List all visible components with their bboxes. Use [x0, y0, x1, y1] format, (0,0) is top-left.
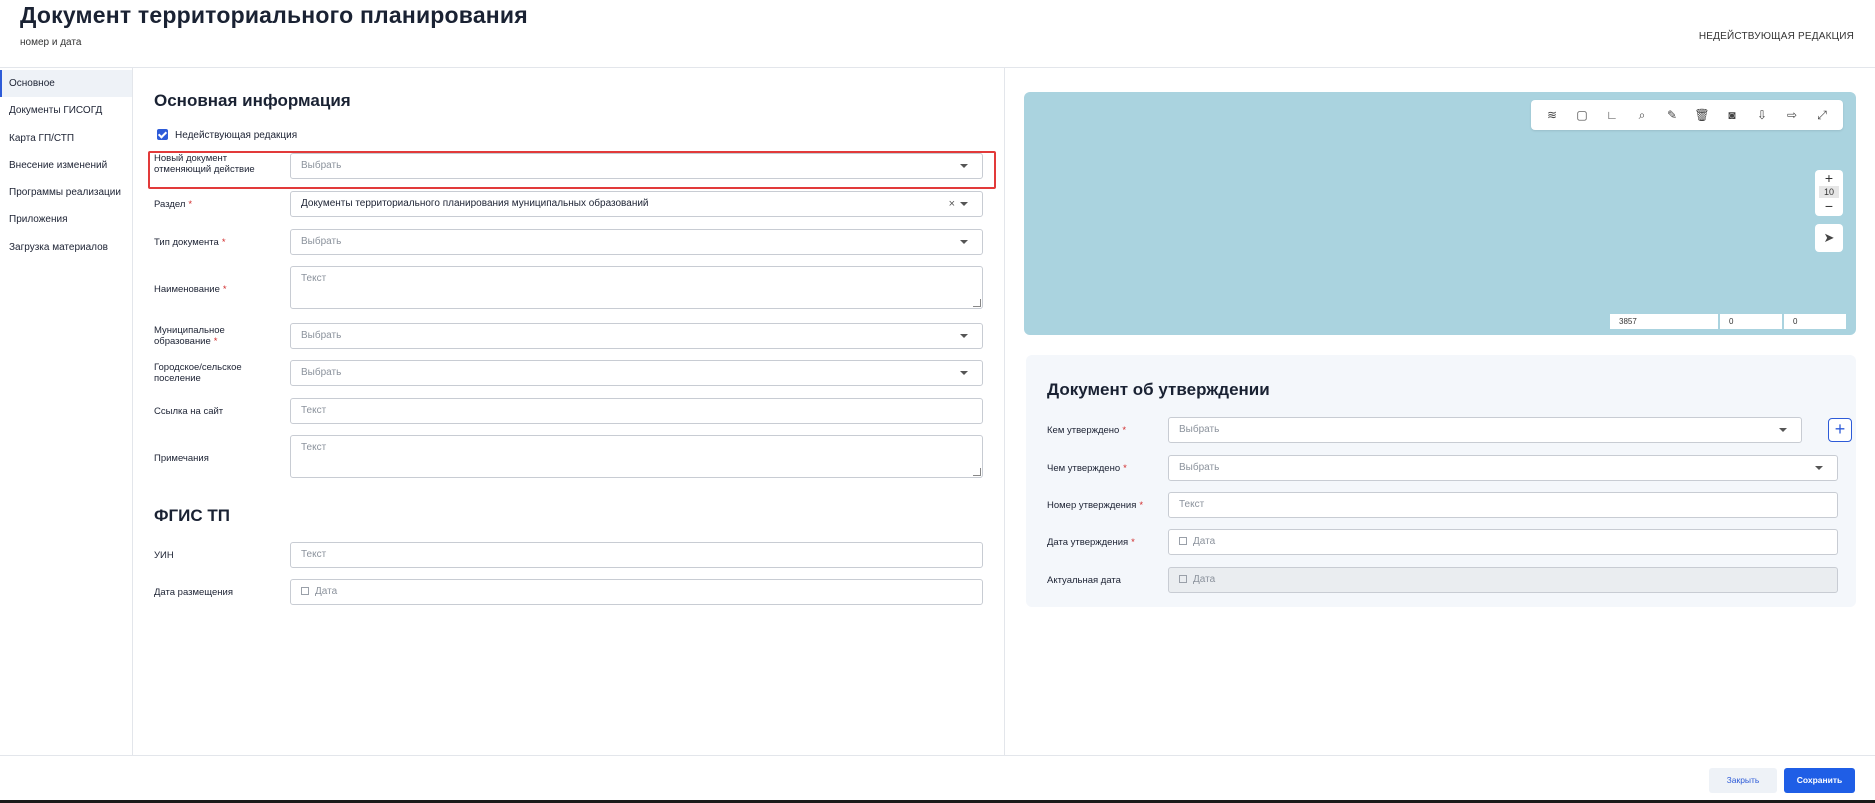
approval-number-placeholder: Текст	[1179, 499, 1205, 510]
chevron-down-icon	[960, 240, 968, 244]
chevron-down-icon	[1779, 428, 1787, 432]
page-title: Документ территориального планирования	[20, 2, 528, 28]
section-title-main-info: Основная информация	[154, 91, 351, 110]
zoom-out-icon[interactable]: −	[1815, 199, 1843, 213]
inactive-edition-checkbox[interactable]	[157, 129, 168, 140]
section-title-fgis: ФГИС ТП	[154, 506, 230, 525]
footer: Закрыть Сохранить	[0, 755, 1875, 803]
uin-label: УИН	[154, 550, 174, 561]
approval-number-label: Номер утверждения	[1047, 500, 1137, 511]
uin-input[interactable]: Текст	[290, 542, 983, 568]
approval-card: Документ об утверждении Кем утверждено * …	[1026, 355, 1856, 607]
layers-icon[interactable]: ≋	[1537, 103, 1567, 127]
highlight-frame	[148, 151, 996, 189]
notes-label: Примечания	[154, 453, 209, 464]
coord-x-field[interactable]: 0	[1720, 314, 1782, 329]
close-button[interactable]: Закрыть	[1709, 768, 1777, 793]
approval-date-input[interactable]: Дата	[1168, 529, 1838, 555]
coord-y-field[interactable]: 0	[1784, 314, 1846, 329]
settlement-label: Городское/сельское поселение	[154, 362, 242, 384]
approval-number-input[interactable]: Текст	[1168, 492, 1838, 518]
notes-placeholder: Текст	[301, 442, 327, 453]
uin-placeholder: Текст	[301, 549, 327, 560]
name-label: Наименование	[154, 284, 220, 295]
settlement-placeholder: Выбрать	[301, 367, 342, 378]
sidebar-item-upload[interactable]: Загрузка материалов	[0, 234, 132, 261]
zoom-control: + 10 −	[1815, 170, 1843, 216]
page-subtitle: номер и дата	[20, 37, 82, 48]
section-title-approval: Документ об утверждении	[1047, 380, 1270, 399]
section-select[interactable]: Документы территориального планирования …	[290, 191, 983, 217]
actual-date-input: Дата	[1168, 567, 1838, 593]
inactive-edition-label: Недействующая редакция	[175, 130, 298, 141]
sidebar-item-attachments[interactable]: Приложения	[0, 206, 132, 233]
chevron-down-icon	[960, 371, 968, 375]
approval-date-label: Дата утверждения	[1047, 537, 1129, 548]
placement-date-label: Дата размещения	[154, 587, 233, 598]
approved-by-placeholder: Выбрать	[1179, 424, 1220, 435]
section-label: Раздел	[154, 199, 186, 210]
resize-handle-icon[interactable]	[973, 468, 981, 476]
calendar-icon	[301, 587, 309, 595]
export-icon[interactable]: ⇨	[1777, 103, 1807, 127]
measure-icon[interactable]: ∟	[1597, 103, 1627, 127]
settlement-select[interactable]: Выбрать	[290, 360, 983, 386]
add-approver-button[interactable]: +	[1828, 418, 1852, 442]
site-link-placeholder: Текст	[301, 405, 327, 416]
calendar-icon	[1179, 575, 1187, 583]
sidebar-item-changes[interactable]: Внесение изменений	[0, 152, 132, 179]
doc-type-select[interactable]: Выбрать	[290, 229, 983, 255]
actual-date-placeholder: Дата	[1193, 574, 1216, 585]
chevron-down-icon	[960, 202, 968, 206]
edit-icon[interactable]: ✎	[1657, 103, 1687, 127]
sidebar-item-map[interactable]: Карта ГП/СТП	[0, 125, 132, 152]
name-textarea[interactable]: Текст	[290, 266, 983, 309]
site-link-input[interactable]: Текст	[290, 398, 983, 424]
approved-with-select[interactable]: Выбрать	[1168, 455, 1838, 481]
sidebar: Основное Документы ГИСОГД Карта ГП/СТП В…	[0, 68, 133, 755]
map-toolbar: ≋ ▢ ∟ ⌕ ✎ 🗑 ◙ ⇩ ⇨ ⤢	[1531, 100, 1843, 130]
select-area-icon[interactable]: ▢	[1567, 103, 1597, 127]
approved-by-select[interactable]: Выбрать	[1168, 417, 1802, 443]
approved-with-placeholder: Выбрать	[1179, 462, 1220, 473]
chevron-down-icon	[1815, 466, 1823, 470]
plus-icon: +	[1834, 419, 1846, 439]
save-button[interactable]: Сохранить	[1784, 768, 1855, 793]
placement-date-input[interactable]: Дата	[290, 579, 983, 605]
status-badge: НЕДЕЙСТВУЮЩАЯ РЕДАКЦИЯ	[1698, 31, 1854, 42]
site-link-label: Ссылка на сайт	[154, 406, 224, 417]
calendar-icon	[1179, 537, 1187, 545]
doc-type-placeholder: Выбрать	[301, 236, 342, 247]
placement-date-placeholder: Дата	[315, 586, 338, 597]
zoom-level: 10	[1819, 186, 1839, 198]
resize-handle-icon[interactable]	[973, 299, 981, 307]
fullscreen-icon[interactable]: ⤢	[1807, 103, 1837, 127]
sidebar-item-main[interactable]: Основное	[0, 70, 132, 98]
inactive-edition-checkbox-row[interactable]: Недействующая редакция	[157, 129, 297, 141]
page-header: Документ территориального планирования н…	[0, 0, 1875, 68]
sidebar-item-gisogd-docs[interactable]: Документы ГИСОГД	[0, 97, 132, 124]
zoom-in-icon[interactable]: +	[1815, 171, 1843, 185]
section-value: Документы территориального планирования …	[301, 198, 649, 209]
delete-icon[interactable]: 🗑	[1687, 103, 1717, 127]
search-icon[interactable]: ⌕	[1627, 103, 1657, 127]
approved-with-label: Чем утверждено	[1047, 463, 1121, 474]
actual-date-label: Актуальная дата	[1047, 575, 1121, 586]
name-placeholder: Текст	[301, 273, 327, 284]
doc-type-label: Тип документа	[154, 237, 219, 248]
import-icon[interactable]: ⇩	[1747, 103, 1777, 127]
locate-icon[interactable]: ➤	[1815, 224, 1843, 252]
coords-bar: 3857 0 0	[1610, 314, 1846, 329]
chevron-down-icon	[960, 334, 968, 338]
clear-icon[interactable]: ×	[949, 192, 955, 216]
srid-field[interactable]: 3857	[1610, 314, 1718, 329]
sidebar-item-programs[interactable]: Программы реализации	[0, 179, 132, 206]
municipality-placeholder: Выбрать	[301, 330, 342, 341]
approved-by-label: Кем утверждено	[1047, 425, 1120, 436]
approval-date-placeholder: Дата	[1193, 536, 1216, 547]
camera-icon[interactable]: ◙	[1717, 103, 1747, 127]
municipality-select[interactable]: Выбрать	[290, 323, 983, 349]
notes-textarea[interactable]: Текст	[290, 435, 983, 478]
map-view[interactable]: ≋ ▢ ∟ ⌕ ✎ 🗑 ◙ ⇩ ⇨ ⤢ + 10 − ➤ 3857 0 0	[1024, 92, 1856, 335]
